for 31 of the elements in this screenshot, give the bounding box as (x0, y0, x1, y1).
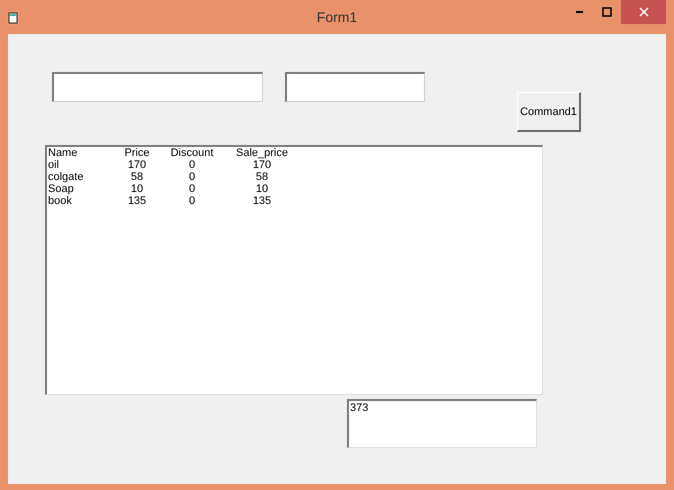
list-cell-text: 0 (188, 171, 196, 183)
close-icon (638, 7, 648, 17)
list-cell-text: Price (123, 147, 151, 159)
list-cell-text: Name (48, 147, 78, 159)
list-cell-text: 58 (254, 171, 270, 183)
list-cell-text: oil (48, 159, 60, 171)
list-cell-text: 10 (130, 183, 144, 195)
list-cell-text: 0 (188, 195, 196, 207)
total-field[interactable]: 373 (347, 399, 537, 448)
window-title: Form1 (316, 9, 358, 25)
list-cell-text: 0 (188, 159, 196, 171)
maximize-icon (602, 7, 612, 17)
close-button[interactable] (621, 0, 666, 24)
text-field[interactable] (285, 72, 425, 102)
list-cell-text: Sale_price (235, 147, 289, 159)
list-cell-text: 0 (188, 183, 196, 195)
list-cell-text: 135 (252, 195, 272, 207)
list-cell-text: 170 (252, 159, 272, 171)
list-cell-text: book (48, 195, 73, 207)
command-button[interactable]: Command1 (517, 92, 581, 132)
list-cell-text: Soap (48, 183, 75, 195)
list-cell-text: 58 (130, 171, 144, 183)
list-cell-text: colgate (48, 171, 84, 183)
list-box[interactable]: Name Price Discount Sale_price oil 170 0 170 colgate 58 0 58 Soap 10 0 10 book 135 0 135 (45, 145, 543, 395)
list-cell-text: Discount (170, 147, 214, 159)
minimize-icon (576, 11, 582, 13)
text-field[interactable] (52, 72, 263, 102)
list-cell-text: 170 (126, 159, 148, 171)
list-cell-text: 10 (254, 183, 270, 195)
app-icon (8, 12, 18, 24)
list-cell-text: 135 (126, 195, 148, 207)
